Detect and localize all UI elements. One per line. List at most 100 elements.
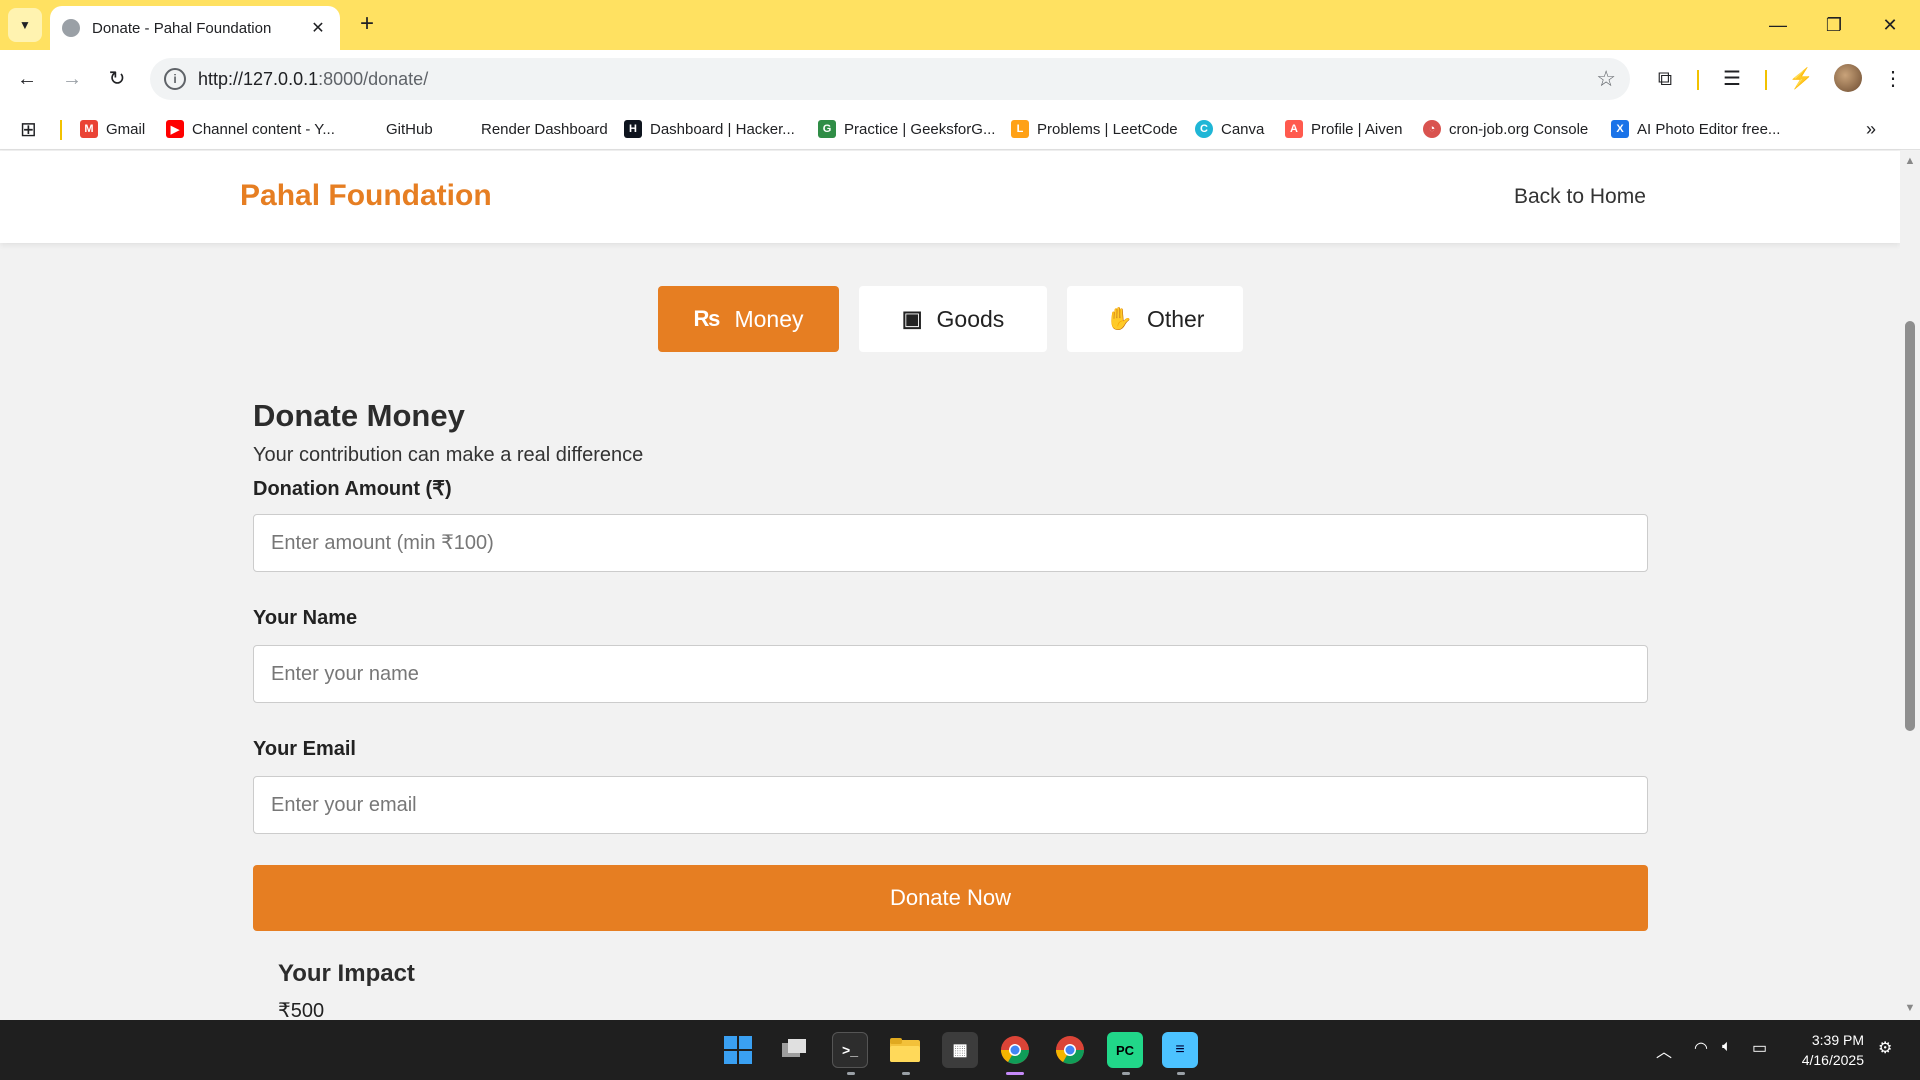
tab-goods[interactable]: ▣ Goods <box>859 286 1047 352</box>
github-icon <box>360 120 378 138</box>
bookmark-github[interactable]: GitHub <box>360 116 433 142</box>
volume-icon[interactable]: 🔈︎ <box>1722 1038 1732 1056</box>
bookmark-label: Dashboard | Hacker... <box>650 120 795 138</box>
bookmark-photo-editor[interactable]: X AI Photo Editor free... <box>1611 116 1780 142</box>
hand-holding-icon: ✋ <box>1105 306 1133 331</box>
more-bookmarks-icon[interactable]: » <box>1866 116 1876 142</box>
tab-goods-label: Goods <box>936 305 1005 332</box>
back-arrow-icon[interactable]: ← <box>10 62 44 96</box>
forward-arrow-icon[interactable]: → <box>55 62 89 96</box>
wifi-icon[interactable]: ◠ <box>1694 1038 1708 1058</box>
show-hidden-icons-icon[interactable]: ︿ <box>1656 1038 1672 1062</box>
browser-tab-strip: ▼ Donate - Pahal Foundation ✕ + — ❐ ✕ <box>0 0 1920 50</box>
site-logo-text[interactable]: Pahal Foundation <box>240 179 492 213</box>
running-indicator <box>1177 1072 1185 1075</box>
clock-date: 4/16/2025 <box>1801 1052 1864 1068</box>
page-scrollbar[interactable]: ▲ ▼ <box>1900 151 1920 1020</box>
bookmark-label: Profile | Aiven <box>1311 120 1403 138</box>
task-view-icon[interactable] <box>776 1032 812 1068</box>
tab-search-button[interactable]: ▼ <box>8 8 42 42</box>
donate-now-button[interactable]: Donate Now <box>253 865 1648 931</box>
name-input[interactable] <box>253 645 1648 703</box>
scrollbar-thumb[interactable] <box>1905 321 1915 731</box>
bookmark-label: Practice | GeeksforG... <box>844 120 996 138</box>
pycharm-icon[interactable]: PC <box>1107 1032 1143 1068</box>
scroll-up-arrow-icon[interactable]: ▲ <box>1904 155 1916 169</box>
url-text[interactable]: http://127.0.0.1:8000/donate/ <box>198 69 1596 90</box>
close-tab-icon[interactable]: ✕ <box>308 18 328 38</box>
form-subtitle: Your contribution can make a real differ… <box>253 444 644 466</box>
amount-label: Donation Amount (₹) <box>253 478 452 500</box>
back-to-home-link[interactable]: Back to Home <box>1514 185 1646 209</box>
bookmark-aiven[interactable]: A Profile | Aiven <box>1285 116 1402 142</box>
notifications-icon[interactable]: ⚙ <box>1878 1038 1892 1058</box>
restore-button[interactable]: ❐ <box>1814 10 1854 40</box>
apps-grid-icon[interactable]: ⊞ <box>20 116 37 142</box>
close-window-button[interactable]: ✕ <box>1870 10 1910 40</box>
photo-editor-icon: X <box>1611 120 1629 138</box>
tab-other[interactable]: ✋ Other <box>1067 286 1243 352</box>
cronjob-icon: ◔ <box>1423 120 1441 138</box>
notepad-icon[interactable]: ≡ <box>1162 1032 1198 1068</box>
email-label: Your Email <box>253 738 356 760</box>
bookmark-label: Problems | LeetCode <box>1037 120 1178 138</box>
bookmark-label: Gmail <box>106 120 146 138</box>
terminal-icon[interactable]: >_ <box>832 1032 868 1068</box>
chrome-icon[interactable] <box>1052 1032 1088 1068</box>
aiven-icon: A <box>1285 120 1303 138</box>
bookmark-youtube[interactable]: ▶ Channel content - Y... <box>166 116 335 142</box>
rupee-icon: ₨ <box>693 306 721 331</box>
chevron-down-icon: ▼ <box>19 18 31 32</box>
address-bar[interactable]: i http://127.0.0.1:8000/donate/ ☆ <box>150 58 1630 100</box>
bookmark-geeksforgeeks[interactable]: G Practice | GeeksforG... <box>818 116 995 142</box>
geeksforgeeks-icon: G <box>818 120 836 138</box>
tab-other-label: Other <box>1146 305 1205 332</box>
active-app-indicator <box>1006 1072 1024 1075</box>
name-label: Your Name <box>253 607 358 629</box>
calculator-icon[interactable]: ▦ <box>942 1032 978 1068</box>
leetcode-icon: L <box>1011 120 1029 138</box>
system-clock[interactable]: 3:39 PM 4/16/2025 <box>1794 1030 1864 1070</box>
battery-icon[interactable]: ▭ <box>1752 1038 1767 1058</box>
extensions-icon[interactable]: ⧉ <box>1650 64 1680 94</box>
bookmark-gmail[interactable]: M Gmail <box>80 116 145 142</box>
bookmark-cronjob[interactable]: ◔ cron-job.org Console <box>1423 116 1588 142</box>
tab-money[interactable]: ₨ Money <box>658 286 839 352</box>
file-explorer-icon[interactable] <box>887 1032 923 1068</box>
toolbar-divider <box>1765 70 1767 90</box>
gmail-icon: M <box>80 120 98 138</box>
toolbar-divider <box>1697 70 1699 90</box>
bookmark-canva[interactable]: C Canva <box>1195 116 1264 142</box>
windows-start-icon[interactable] <box>720 1032 756 1068</box>
menu-kebab-icon[interactable]: ⋮ <box>1878 64 1908 94</box>
amount-input[interactable] <box>253 514 1648 572</box>
new-tab-button[interactable]: + <box>352 10 382 40</box>
bookmark-leetcode[interactable]: L Problems | LeetCode <box>1011 116 1178 142</box>
render-icon <box>455 120 473 138</box>
chrome-profile-icon[interactable] <box>997 1032 1033 1068</box>
browser-tab-active[interactable]: Donate - Pahal Foundation ✕ <box>50 6 340 50</box>
minimize-button[interactable]: — <box>1758 10 1798 40</box>
bookmark-label: AI Photo Editor free... <box>1637 120 1781 138</box>
reload-icon[interactable]: ↻ <box>100 62 134 96</box>
reading-list-icon[interactable]: ☰ <box>1717 64 1747 94</box>
performance-icon[interactable]: ⚡ <box>1786 64 1816 94</box>
site-header: Pahal Foundation Back to Home <box>0 151 1900 243</box>
site-info-icon[interactable]: i <box>164 68 186 90</box>
bookmark-label: Channel content - Y... <box>192 120 335 138</box>
bookmarks-divider <box>60 120 62 140</box>
bookmark-render[interactable]: Render Dashboard <box>455 116 608 142</box>
bookmark-hackerrank[interactable]: H Dashboard | Hacker... <box>624 116 795 142</box>
bookmark-label: GitHub <box>386 120 433 138</box>
clock-time: 3:39 PM <box>1811 1032 1864 1048</box>
bookmark-label: Render Dashboard <box>481 120 608 138</box>
bookmark-star-icon[interactable]: ☆ <box>1596 66 1616 92</box>
profile-avatar[interactable] <box>1834 64 1862 92</box>
tab-money-label: Money <box>734 305 804 332</box>
donation-type-tabs: ₨ Money ▣ Goods ✋ Other <box>0 286 1900 352</box>
bookmark-label: cron-job.org Console <box>1449 120 1589 138</box>
impact-title: Your Impact <box>278 960 415 987</box>
email-input[interactable] <box>253 776 1648 834</box>
box-icon: ▣ <box>901 306 923 331</box>
scroll-down-arrow-icon[interactable]: ▼ <box>1904 1002 1916 1016</box>
